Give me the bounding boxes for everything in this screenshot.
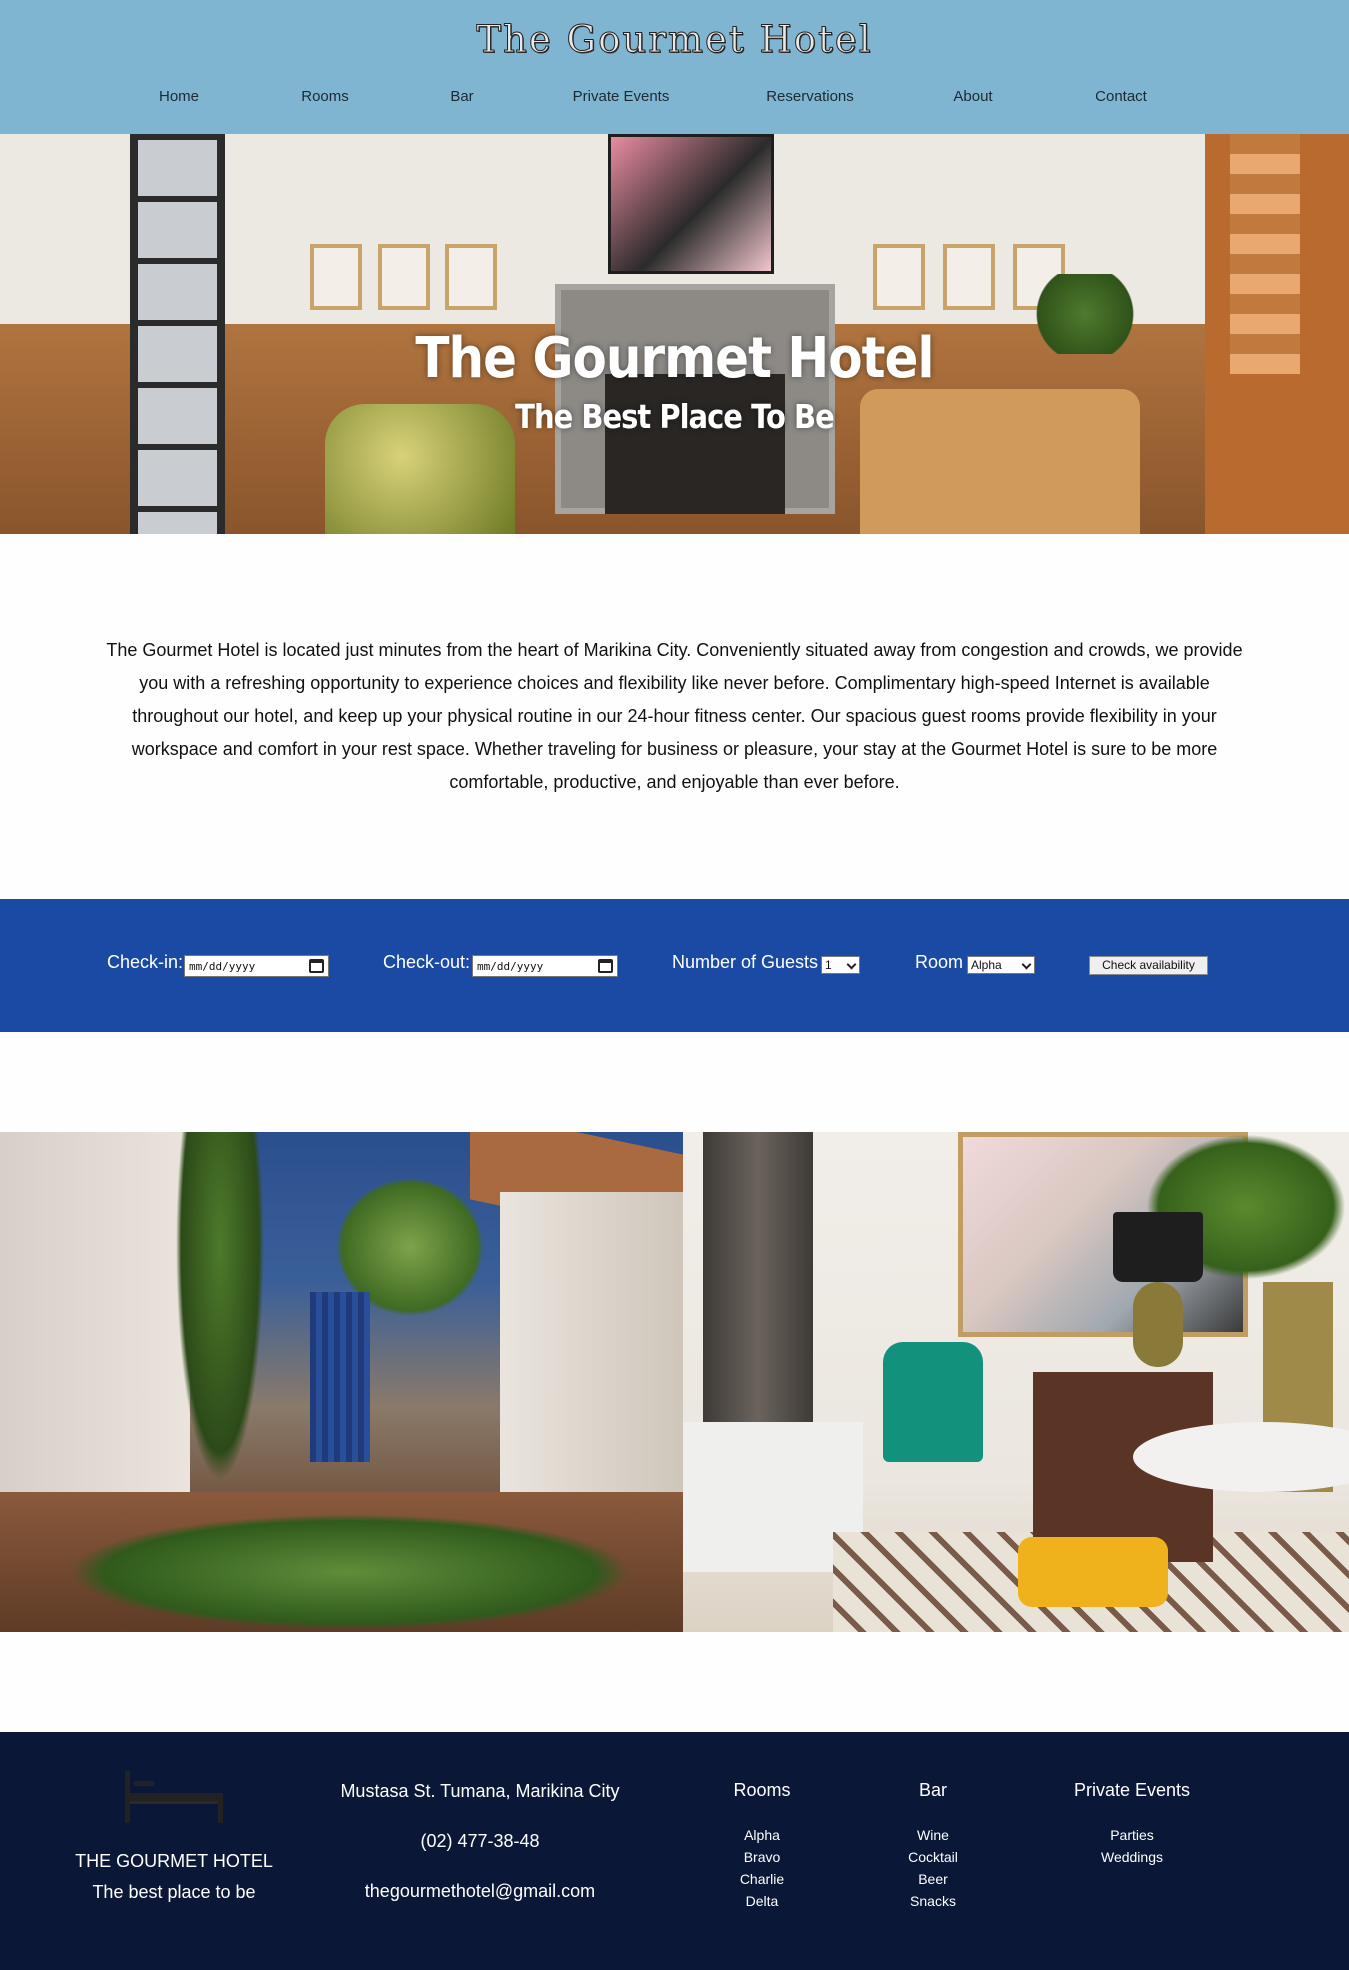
footer-link-charlie[interactable]: Charlie bbox=[712, 1868, 812, 1890]
footer-link-alpha[interactable]: Alpha bbox=[712, 1824, 812, 1846]
footer-rooms-heading[interactable]: Rooms bbox=[712, 1780, 812, 1801]
footer-link-cocktail[interactable]: Cocktail bbox=[883, 1846, 983, 1868]
nav-about[interactable]: About bbox=[953, 88, 992, 105]
site-header: The Gourmet Hotel Home Rooms Bar Private… bbox=[0, 0, 1349, 134]
courtyard-vine bbox=[170, 1132, 270, 1512]
footer-phone[interactable]: (02) 477-38-48 bbox=[330, 1831, 630, 1852]
nav-reservations[interactable]: Reservations bbox=[766, 88, 854, 105]
checkout-label: Check-out: bbox=[383, 952, 471, 972]
footer-link-delta[interactable]: Delta bbox=[712, 1890, 812, 1912]
courtyard-bushes bbox=[60, 1512, 640, 1632]
checkin-label: Check-in: bbox=[107, 952, 184, 972]
footer-tagline: The best place to be bbox=[92, 1882, 256, 1902]
interior-yellow-chair bbox=[1018, 1537, 1168, 1607]
hero-overlay: The Gourmet Hotel The Best Place To Be bbox=[0, 134, 1349, 534]
footer-rooms-column: Rooms Alpha Bravo Charlie Delta bbox=[712, 1780, 812, 1912]
check-availability-button[interactable]: Check availability bbox=[1089, 956, 1208, 975]
nav-home[interactable]: Home bbox=[159, 88, 199, 105]
interior-lamp-base bbox=[1133, 1282, 1183, 1367]
courtyard-tile-wall bbox=[310, 1292, 370, 1462]
footer-address: Mustasa St. Tumana, Marikina City bbox=[340, 1781, 620, 1801]
footer-link-weddings[interactable]: Weddings bbox=[1057, 1846, 1207, 1868]
main-nav: Home Rooms Bar Private Events Reservatio… bbox=[0, 88, 1349, 110]
footer-link-bravo[interactable]: Bravo bbox=[712, 1846, 812, 1868]
footer-link-beer[interactable]: Beer bbox=[883, 1868, 983, 1890]
calendar-icon[interactable] bbox=[309, 959, 324, 973]
guests-label: Number of Guests bbox=[672, 952, 819, 972]
checkout-date-input[interactable]: mm/dd/yyyy bbox=[472, 955, 618, 977]
footer-brand-name: THE GOURMET HOTEL bbox=[75, 1851, 273, 1871]
footer-private-events-column: Private Events Parties Weddings bbox=[1057, 1780, 1207, 1868]
interior-lamp-shade bbox=[1113, 1212, 1203, 1282]
photo-gallery bbox=[0, 1132, 1349, 1632]
chevron-down-icon bbox=[846, 959, 857, 970]
interior-photo bbox=[683, 1132, 1349, 1632]
courtyard-photo bbox=[0, 1132, 683, 1632]
interior-chair bbox=[883, 1342, 983, 1462]
hero-banner: The Gourmet Hotel The Best Place To Be bbox=[0, 134, 1349, 534]
footer-email[interactable]: thegourmethotel@gmail.com bbox=[330, 1881, 630, 1902]
footer-bar-heading[interactable]: Bar bbox=[883, 1780, 983, 1801]
footer-private-events-heading[interactable]: Private Events bbox=[1057, 1780, 1207, 1801]
site-footer: THE GOURMET HOTEL The best place to be M… bbox=[0, 1732, 1349, 1970]
intro-paragraph: The Gourmet Hotel is located just minute… bbox=[106, 640, 1243, 792]
checkin-date-value: mm/dd/yyyy bbox=[189, 960, 256, 973]
site-title[interactable]: The Gourmet Hotel bbox=[0, 18, 1349, 62]
hero-subtitle: The Best Place To Be bbox=[515, 397, 835, 437]
nav-private-events[interactable]: Private Events bbox=[573, 88, 670, 105]
booking-form: Check-in: mm/dd/yyyy Check-out: mm/dd/yy… bbox=[0, 899, 1349, 1032]
checkout-date-value: mm/dd/yyyy bbox=[477, 960, 544, 973]
footer-bar-column: Bar Wine Cocktail Beer Snacks bbox=[883, 1780, 983, 1912]
nav-contact[interactable]: Contact bbox=[1095, 88, 1147, 105]
checkin-date-input[interactable]: mm/dd/yyyy bbox=[184, 955, 329, 977]
chevron-down-icon bbox=[1021, 959, 1032, 970]
footer-link-parties[interactable]: Parties bbox=[1057, 1824, 1207, 1846]
guests-select[interactable]: 1 bbox=[821, 956, 860, 974]
footer-link-wine[interactable]: Wine bbox=[883, 1824, 983, 1846]
room-select-value: Alpha bbox=[971, 958, 1002, 972]
bed-icon bbox=[125, 1771, 223, 1823]
hero-title: The Gourmet Hotel bbox=[415, 325, 934, 391]
guests-select-value: 1 bbox=[825, 958, 832, 972]
room-select[interactable]: Alpha bbox=[967, 956, 1035, 974]
nav-rooms[interactable]: Rooms bbox=[301, 88, 349, 105]
footer-brand: THE GOURMET HOTEL The best place to be bbox=[74, 1846, 274, 1908]
calendar-icon[interactable] bbox=[598, 959, 613, 973]
footer-link-snacks[interactable]: Snacks bbox=[883, 1890, 983, 1912]
nav-bar[interactable]: Bar bbox=[450, 88, 473, 105]
room-label: Room bbox=[915, 952, 964, 972]
